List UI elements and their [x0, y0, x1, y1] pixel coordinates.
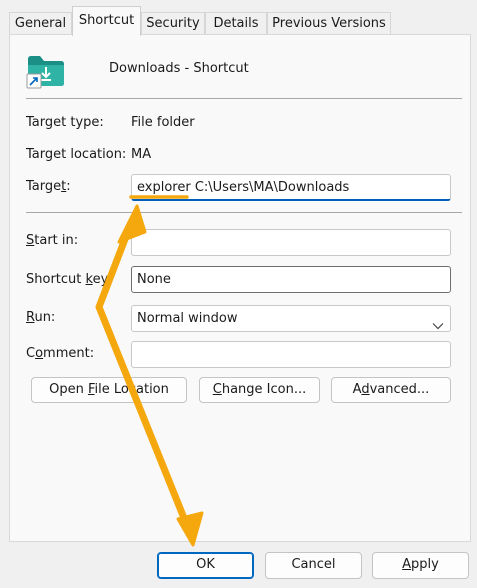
open-file-location-button[interactable]: Open File Location — [31, 377, 187, 403]
target-location-label: Target location: — [26, 147, 127, 162]
shortcut-key-input[interactable]: None — [131, 266, 451, 293]
shortcut-key-label: Shortcut key: — [26, 272, 112, 287]
chevron-down-icon — [432, 314, 444, 331]
change-icon-button[interactable]: Change Icon... — [199, 377, 320, 403]
advanced-button[interactable]: Advanced... — [331, 377, 451, 403]
shortcut-title: Downloads - Shortcut — [109, 61, 249, 76]
separator-middle — [26, 212, 462, 213]
tab-previous-versions[interactable]: Previous Versions — [267, 12, 391, 35]
apply-button[interactable]: Apply — [372, 552, 469, 579]
target-type-value: File folder — [131, 115, 195, 130]
shortcut-panel: Downloads - Shortcut Target type: File f… — [9, 34, 471, 542]
start-in-input[interactable] — [131, 229, 451, 256]
tab-security[interactable]: Security — [141, 12, 205, 35]
folder-shortcut-icon — [26, 53, 66, 89]
target-label: Target: — [26, 179, 71, 194]
tab-shortcut[interactable]: Shortcut — [72, 6, 141, 36]
run-select-value: Normal window — [137, 311, 238, 326]
cancel-button[interactable]: Cancel — [265, 552, 362, 579]
tab-general[interactable]: General — [9, 12, 72, 35]
target-input[interactable]: explorer C:\Users\MA\Downloads — [131, 174, 451, 201]
comment-label: Comment: — [26, 346, 95, 361]
separator-top — [26, 98, 462, 99]
tab-details[interactable]: Details — [205, 12, 267, 35]
start-in-label: Start in: — [26, 233, 79, 248]
ok-button[interactable]: OK — [157, 552, 254, 579]
tab-bar: General Shortcut Security Details Previo… — [0, 0, 477, 36]
target-type-label: Target type: — [26, 115, 104, 130]
run-label: Run: — [26, 310, 56, 325]
target-location-value: MA — [131, 147, 152, 162]
comment-input[interactable] — [131, 341, 451, 368]
run-select[interactable]: Normal window — [131, 305, 451, 332]
